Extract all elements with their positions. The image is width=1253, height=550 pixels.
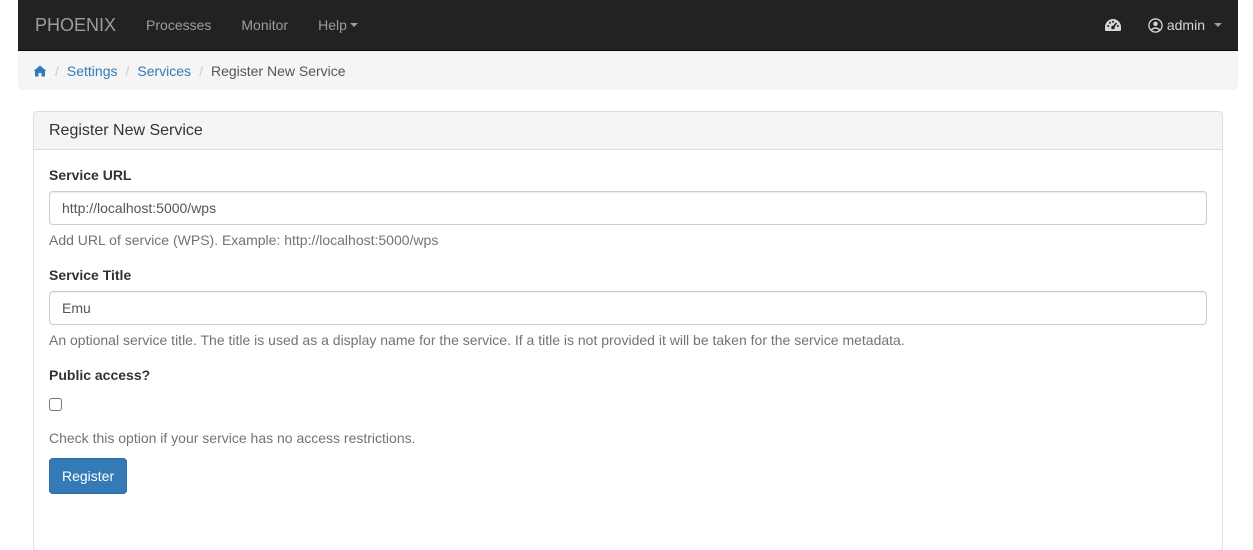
service-url-label: Service URL (49, 167, 132, 183)
nav-item-help-label: Help (318, 17, 347, 33)
home-icon (33, 65, 47, 76)
breadcrumb-separator: / (199, 62, 203, 79)
register-service-form: Service URL Add URL of service (WPS). Ex… (34, 150, 1222, 509)
panel-heading: Register New Service (34, 112, 1222, 150)
service-url-help: Add URL of service (WPS). Example: http:… (49, 232, 439, 248)
breadcrumb-home[interactable] (33, 65, 47, 77)
public-access-label: Public access? (49, 367, 151, 383)
user-circle-icon (1148, 17, 1163, 33)
service-title-group: Service Title An optional service title.… (49, 265, 1207, 350)
chevron-down-icon (1214, 23, 1222, 27)
user-menu-button[interactable]: admin (1133, 0, 1238, 50)
breadcrumb-settings[interactable]: Settings (67, 63, 118, 79)
service-title-input[interactable] (49, 291, 1207, 325)
public-access-help: Check this option if your service has no… (49, 430, 416, 446)
register-button[interactable]: Register (49, 458, 128, 494)
dashboard-icon (1104, 19, 1121, 31)
user-name: admin (1166, 17, 1205, 33)
service-title-label: Service Title (49, 267, 132, 283)
breadcrumb-separator: / (125, 62, 130, 79)
register-service-panel: Register New Service Service URL Add URL… (33, 111, 1223, 550)
service-url-input[interactable] (49, 191, 1207, 225)
breadcrumb-current: Register New Service (210, 62, 346, 79)
service-title-help: An optional service title. The title is … (49, 332, 905, 348)
breadcrumb-separator: / (55, 62, 59, 79)
top-navbar: PHOENIX Processes Monitor Help admin (18, 0, 1238, 51)
nav-item-processes[interactable]: Processes (131, 15, 226, 35)
nav-item-monitor[interactable]: Monitor (226, 15, 303, 35)
public-access-checkbox[interactable] (49, 398, 62, 411)
nav-item-help[interactable]: Help (303, 15, 373, 35)
service-url-group: Service URL Add URL of service (WPS). Ex… (49, 165, 1207, 250)
brand-logo[interactable]: PHOENIX (18, 16, 131, 34)
dashboard-button[interactable] (1093, 0, 1133, 50)
breadcrumb: / Settings / Services / Register New Ser… (18, 51, 1238, 90)
breadcrumb-services[interactable]: Services (137, 63, 191, 79)
chevron-down-icon (349, 23, 358, 27)
public-access-group: Public access? Check this option if your… (49, 365, 1207, 448)
